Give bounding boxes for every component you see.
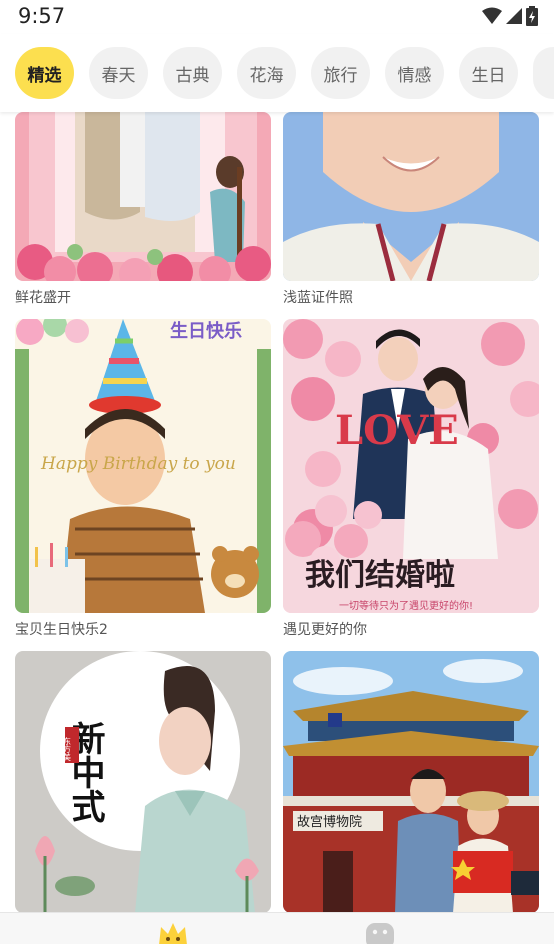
- template-thumbnail[interactable]: LOVE 我们结婚啦 一切等待只为了遇见更好的你!: [283, 319, 539, 613]
- tab-featured[interactable]: 精选: [15, 47, 74, 99]
- smiley-icon[interactable]: [364, 921, 396, 944]
- birthday-greeting: Happy Birthday to you: [40, 454, 236, 474]
- template-title: 宝贝生日快乐2: [15, 622, 108, 638]
- crown-icon[interactable]: [157, 921, 189, 944]
- tab-flower-sea[interactable]: 花海: [237, 47, 296, 99]
- template-card[interactable]: 故宫博物院: [283, 651, 539, 912]
- template-thumbnail[interactable]: 故宫博物院: [283, 651, 539, 912]
- template-grid: 鲜花盛开 浅蓝证件照 生日快乐 Happy Birthday to you 宝贝…: [0, 112, 554, 912]
- wedding-couple-image: LOVE 我们结婚啦 一切等待只为了遇见更好的你!: [283, 319, 539, 613]
- status-icons: [482, 6, 538, 26]
- bottom-navigation: [0, 912, 554, 944]
- template-thumbnail[interactable]: 生日快乐 Happy Birthday to you: [15, 319, 271, 613]
- signal-icon: [506, 8, 522, 24]
- template-card[interactable]: LOVE 我们结婚啦 一切等待只为了遇见更好的你! 遇见更好的你: [283, 319, 539, 640]
- museum-plaque: 故宫博物院: [297, 815, 362, 830]
- tab-more[interactable]: [533, 47, 554, 99]
- battery-icon: [526, 6, 538, 26]
- template-card[interactable]: 新中式 东方美: [15, 651, 271, 912]
- status-time: 9:57: [18, 4, 66, 28]
- template-card[interactable]: 鲜花盛开: [15, 112, 271, 308]
- category-tabs: 精选 春天 古典 花海 旅行 情感 生日: [0, 34, 554, 112]
- id-photo-image: [283, 112, 539, 281]
- template-card[interactable]: 生日快乐 Happy Birthday to you 宝贝生日快乐2: [15, 319, 271, 640]
- tab-travel[interactable]: 旅行: [311, 47, 370, 99]
- template-thumbnail[interactable]: 新中式 东方美: [15, 651, 271, 912]
- template-title: 遇见更好的你: [283, 622, 367, 638]
- status-bar: 9:57: [0, 0, 554, 34]
- birthday-boy-image: 生日快乐 Happy Birthday to you: [15, 319, 271, 613]
- tab-spring[interactable]: 春天: [89, 47, 148, 99]
- tab-birthday[interactable]: 生日: [459, 47, 518, 99]
- wedding-headline: 我们结婚啦: [305, 558, 455, 593]
- love-text: LOVE: [335, 407, 459, 454]
- wifi-icon: [482, 7, 502, 24]
- birthday-top-text: 生日快乐: [170, 320, 242, 342]
- tab-classical[interactable]: 古典: [163, 47, 222, 99]
- forbidden-city-image: 故宫博物院: [283, 651, 539, 912]
- flower-couple-image: [15, 112, 271, 281]
- seal-text: 东方美: [63, 736, 72, 762]
- template-title: 浅蓝证件照: [283, 290, 353, 306]
- template-thumbnail[interactable]: [283, 112, 539, 281]
- wedding-subline: 一切等待只为了遇见更好的你!: [339, 599, 473, 612]
- template-thumbnail[interactable]: [15, 112, 271, 281]
- template-card[interactable]: 浅蓝证件照: [283, 112, 539, 308]
- new-chinese-style-image: 新中式 东方美: [15, 651, 271, 912]
- tab-emotion[interactable]: 情感: [385, 47, 444, 99]
- template-title: 鲜花盛开: [15, 290, 71, 306]
